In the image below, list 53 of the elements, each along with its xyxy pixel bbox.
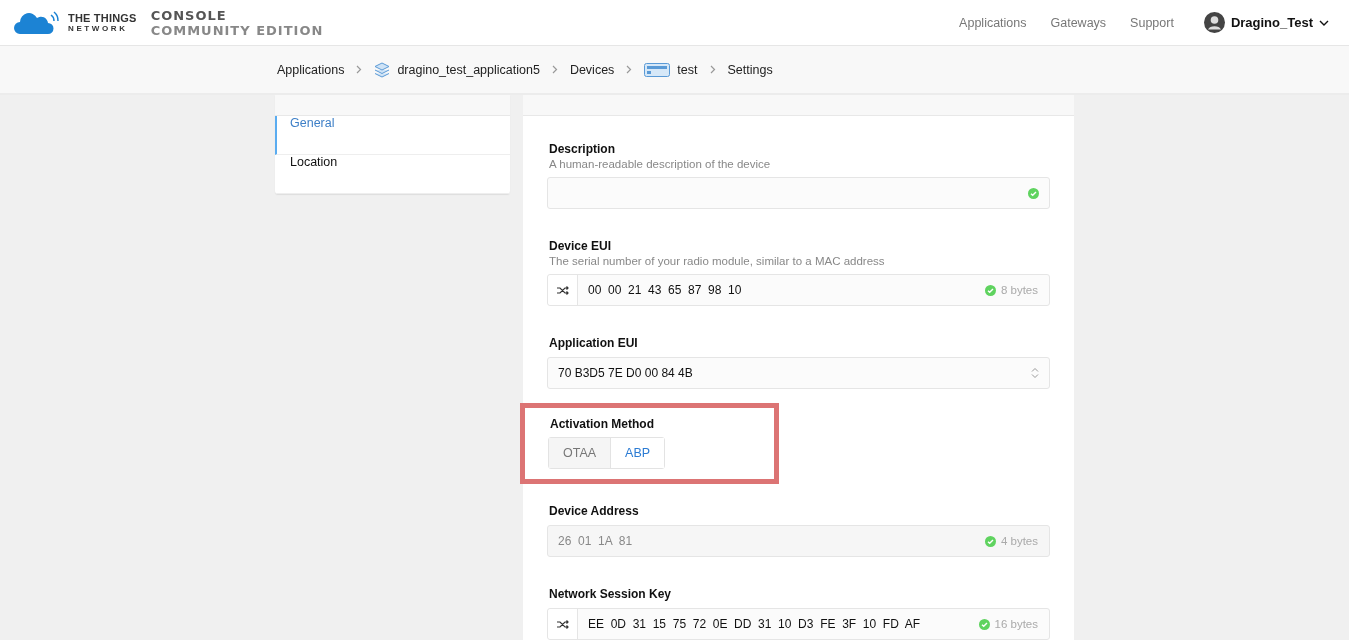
byte-count: 4 bytes bbox=[1000, 535, 1038, 547]
shuffle-icon bbox=[556, 285, 569, 295]
nav-link[interactable]: Applications bbox=[959, 15, 1027, 30]
field-hint: The serial number of your radio module, similar to a MAC address bbox=[549, 255, 886, 267]
select-value: 70 B3D5 7E D0 00 84 4B bbox=[557, 366, 694, 380]
layers-icon bbox=[374, 61, 391, 78]
device-icon bbox=[644, 61, 671, 78]
field-value: 00 00 21 43 65 87 98 10 bbox=[587, 283, 743, 297]
byte-count: 16 bytes bbox=[994, 618, 1038, 630]
check-icon bbox=[984, 535, 996, 547]
hex-field[interactable]: 00 00 21 43 65 87 98 10 8 bytes bbox=[547, 274, 1050, 306]
updown-icon bbox=[1031, 367, 1039, 379]
select-field[interactable]: 70 B3D5 7E D0 00 84 4B bbox=[547, 357, 1050, 389]
segment-button[interactable]: ABP bbox=[610, 438, 665, 468]
chevron-right-icon bbox=[709, 65, 716, 74]
cloud-logo-icon bbox=[14, 10, 62, 35]
field-value: 26 01 1A 81 bbox=[557, 534, 634, 548]
chevron-right-icon bbox=[626, 65, 633, 74]
nav-link[interactable]: Support bbox=[1130, 15, 1174, 30]
breadcrumb-link[interactable]: Applications bbox=[277, 62, 345, 77]
field-label: Application EUI bbox=[549, 336, 639, 350]
sidebar-item[interactable]: Location bbox=[275, 155, 510, 194]
breadcrumb-link[interactable]: Devices bbox=[569, 62, 615, 77]
segment-button[interactable]: OTAA bbox=[549, 438, 611, 468]
field-label: Device Address bbox=[549, 504, 640, 518]
field-label: Network Session Key bbox=[549, 587, 673, 601]
nav-link[interactable]: Gateways bbox=[1050, 15, 1107, 30]
breadcrumb-link[interactable]: Settings bbox=[727, 62, 773, 77]
user-menu[interactable]: Dragino_Test bbox=[1203, 12, 1329, 33]
breadcrumb-link[interactable]: dragino_test_application5 bbox=[374, 61, 540, 78]
randomize-button[interactable] bbox=[548, 275, 578, 305]
hex-field[interactable]: EE 0D 31 15 75 72 0E DD 31 10 D3 FE 3F 10 FD AF 16 bytes bbox=[547, 608, 1050, 640]
check-icon bbox=[1028, 187, 1039, 199]
field-label: Description bbox=[549, 142, 616, 156]
chevron-right-icon bbox=[551, 65, 558, 74]
sidebar-item[interactable]: General bbox=[275, 116, 510, 155]
brand-subtitle: NETWORK bbox=[68, 24, 129, 33]
product-name: CONSOLE bbox=[150, 7, 228, 23]
byte-count: 8 bytes bbox=[1000, 284, 1038, 296]
field-label: Device EUI bbox=[549, 239, 613, 253]
check-icon bbox=[978, 618, 990, 630]
chevron-right-icon bbox=[356, 65, 363, 74]
product-edition: COMMUNITY EDITION bbox=[150, 22, 324, 38]
breadcrumb-link[interactable]: test bbox=[644, 61, 698, 78]
check-icon bbox=[984, 284, 996, 296]
field-value: EE 0D 31 15 75 72 0E DD 31 10 D3 FE 3F 10 FD AF bbox=[587, 617, 922, 631]
avatar-icon bbox=[1203, 12, 1225, 33]
brand-name: THE THINGS bbox=[68, 12, 137, 24]
field-hint: A human-readable description of the device bbox=[549, 158, 772, 170]
randomize-button[interactable] bbox=[548, 609, 578, 639]
field-label: Activation Method bbox=[550, 417, 655, 431]
chevron-down-icon bbox=[1319, 19, 1329, 26]
shuffle-icon bbox=[556, 619, 569, 629]
